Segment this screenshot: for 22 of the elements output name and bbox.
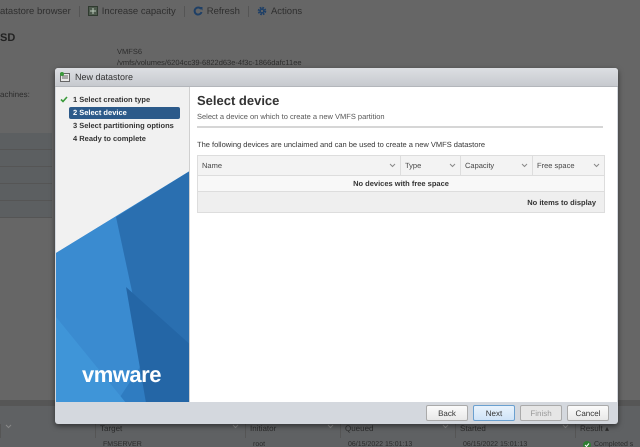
datastore-icon bbox=[60, 72, 70, 82]
dialog-title: New datastore bbox=[75, 72, 134, 82]
chevron-icon bbox=[327, 424, 334, 429]
chevron-icon bbox=[521, 163, 528, 168]
success-icon bbox=[583, 440, 591, 447]
wizard-button[interactable]: Next bbox=[473, 405, 515, 421]
chevron-icon bbox=[442, 424, 449, 429]
chevron-icon bbox=[593, 163, 600, 168]
page-heading: Select device bbox=[197, 93, 280, 108]
vmware-logo: vmware bbox=[82, 362, 161, 388]
settings-icon bbox=[256, 6, 267, 16]
chevron-icon bbox=[5, 424, 12, 429]
disk-icon bbox=[88, 6, 98, 16]
datastore-name: SD bbox=[0, 31, 16, 46]
chevron-icon bbox=[232, 424, 239, 429]
chevron-icon bbox=[449, 163, 456, 168]
wizard-button[interactable]: Cancel bbox=[567, 405, 609, 421]
refresh-icon bbox=[192, 6, 203, 16]
field-label: achines: bbox=[0, 90, 31, 99]
wizard-button[interactable]: Back bbox=[426, 405, 468, 421]
chevron-icon bbox=[389, 163, 396, 168]
chevron-icon bbox=[562, 424, 569, 429]
